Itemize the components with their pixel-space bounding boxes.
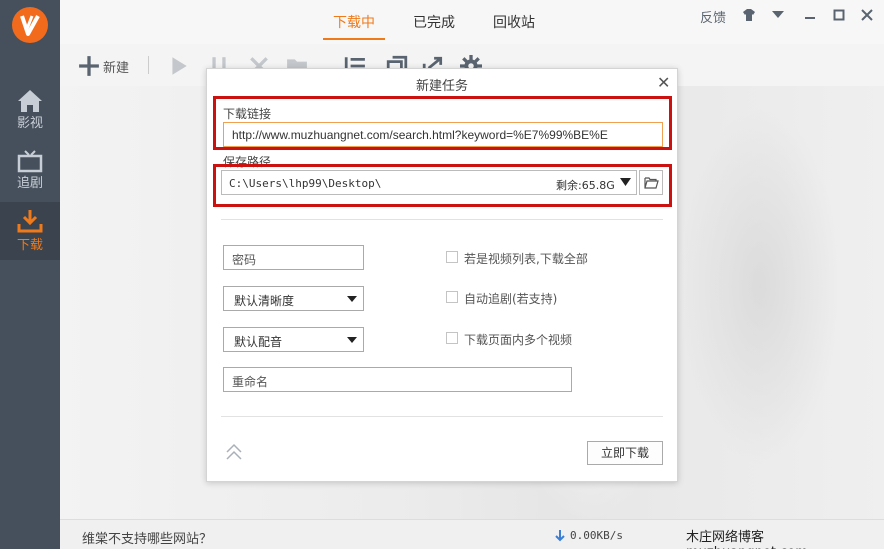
sidebar-item-download[interactable]: 下载 — [0, 202, 60, 260]
unsupported-sites-link[interactable]: 维棠不支持哪些网站？ — [82, 528, 212, 547]
sidebar: 影视 追剧 下载 — [0, 0, 60, 549]
sidebar-item-movies[interactable]: 影视 — [0, 86, 60, 142]
new-task-dialog: 新建任务 ✕ 下载链接 http://www.muzhuangnet.com/s… — [206, 68, 678, 482]
download-speed-icon — [555, 530, 565, 542]
dialog-close-icon[interactable]: ✕ — [657, 73, 670, 92]
checkbox-label: 自动追剧(若支持) — [464, 292, 558, 306]
download-icon — [17, 210, 43, 233]
chevron-down-icon — [347, 296, 357, 302]
chevron-down-icon — [347, 337, 357, 343]
top-bar: 下载中 已完成 回收站 反馈 — [60, 0, 884, 44]
active-tab-indicator — [323, 38, 385, 40]
quality-selected-value: 默认清晰度 — [234, 294, 295, 308]
tv-icon — [17, 150, 43, 173]
divider — [221, 416, 663, 417]
checkbox-label: 若是视频列表,下载全部 — [464, 252, 588, 266]
download-now-button[interactable]: 立即下载 — [587, 441, 663, 465]
sidebar-item-label: 影视 — [16, 116, 43, 131]
tab-recycle-bin[interactable]: 回收站 — [493, 12, 535, 32]
new-task-button[interactable]: 新建 — [103, 57, 129, 76]
logo-icon — [20, 15, 40, 36]
background-shadow — [680, 106, 840, 466]
feedback-link[interactable]: 反馈 — [700, 7, 726, 26]
password-input[interactable]: 密码 — [223, 245, 364, 270]
highlight-box-url — [213, 96, 672, 150]
menu-dropdown-icon[interactable] — [772, 11, 784, 19]
watermark-text: 木庄网络博客 muzhuangnet.com — [686, 530, 808, 549]
quality-select[interactable]: 默认清晰度 — [223, 286, 364, 311]
checkbox[interactable] — [446, 291, 458, 303]
tab-completed[interactable]: 已完成 — [413, 12, 455, 32]
toolbar-divider — [148, 56, 149, 74]
maximize-icon[interactable] — [833, 9, 845, 21]
minimize-icon[interactable] — [804, 10, 816, 20]
checkbox-label: 下载页面内多个视频 — [464, 333, 573, 347]
play-icon[interactable] — [168, 55, 190, 77]
checkbox[interactable] — [446, 251, 458, 263]
highlight-box-path — [213, 164, 672, 207]
divider — [221, 219, 663, 220]
checkbox[interactable] — [446, 332, 458, 344]
audio-select[interactable]: 默认配音 — [223, 327, 364, 352]
add-icon[interactable] — [78, 55, 100, 77]
download-speed: 0.00KB/s — [570, 529, 623, 542]
tab-downloading[interactable]: 下载中 — [333, 12, 375, 32]
dialog-title: 新建任务 — [415, 79, 468, 94]
sidebar-item-series[interactable]: 追剧 — [0, 146, 60, 202]
skin-icon[interactable] — [742, 9, 756, 21]
audio-selected-value: 默认配音 — [234, 335, 283, 349]
status-bar: 维棠不支持哪些网站？ 0.00KB/s 木庄网络博客 muzhuangnet.c… — [60, 519, 884, 549]
sidebar-item-label: 下载 — [16, 238, 43, 253]
app-logo — [12, 7, 48, 43]
home-icon — [18, 90, 42, 112]
rename-input[interactable]: 重命名 — [223, 367, 572, 392]
close-icon[interactable] — [861, 9, 873, 21]
collapse-chevron-up-icon[interactable] — [225, 443, 243, 461]
sidebar-item-label: 追剧 — [16, 176, 43, 191]
